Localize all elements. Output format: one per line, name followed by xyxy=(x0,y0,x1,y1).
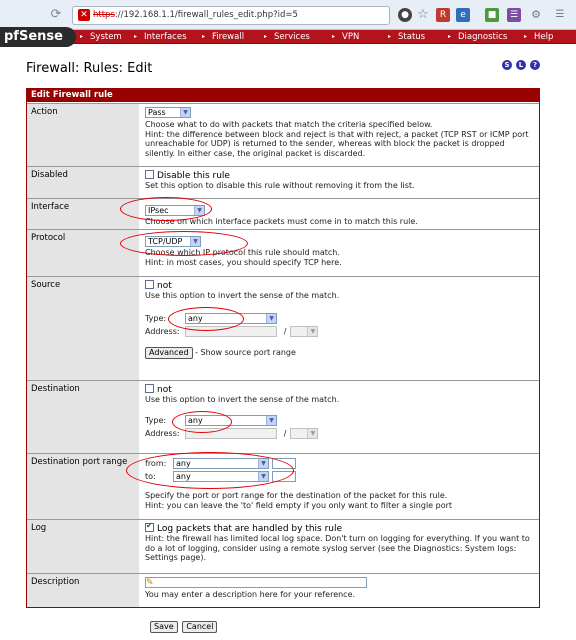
disabled-label: Disabled xyxy=(27,167,140,198)
menu-vpn[interactable]: VPN xyxy=(332,30,359,44)
action-hint: Choose what to do with packets that matc… xyxy=(145,120,433,129)
protocol-label: Protocol xyxy=(27,230,140,276)
source-hint: Use this option to invert the sense of t… xyxy=(145,291,340,300)
status-icon[interactable]: S xyxy=(502,60,512,70)
extension-icon[interactable]: ☰ xyxy=(507,8,521,22)
main-menu-bar: System Interfaces Firewall Services VPN … xyxy=(0,30,576,44)
port-to-label: to: xyxy=(145,472,156,481)
extension-icon[interactable]: ■ xyxy=(485,8,499,22)
action-select[interactable]: Pass ▼ xyxy=(145,107,191,118)
dest-port-hint: Specify the port or port range for the d… xyxy=(145,491,448,500)
pfsense-logo[interactable]: pfSense xyxy=(0,27,76,47)
interface-row: Interface IPsec ▼ Choose on which interfa… xyxy=(27,198,539,229)
menu-status[interactable]: Status xyxy=(388,30,425,44)
description-label: Description xyxy=(27,574,140,607)
source-label: Source xyxy=(27,277,140,380)
menu-help[interactable]: Help xyxy=(524,30,553,44)
destination-row: Destination not Use this option to inver… xyxy=(27,380,539,453)
menu-services[interactable]: Services xyxy=(264,30,310,44)
cancel-button[interactable]: Cancel xyxy=(182,621,218,633)
menu-icon[interactable]: ☰ xyxy=(553,8,567,22)
destination-address-input[interactable] xyxy=(185,427,277,439)
extension-icon[interactable]: ● xyxy=(398,8,412,22)
action-label: Action xyxy=(27,104,140,166)
destination-address-label: Address: xyxy=(145,428,180,438)
destination-not-checkbox[interactable] xyxy=(145,384,154,393)
protocol-row: Protocol TCP/UDP ▼ Choose which IP protoc… xyxy=(27,229,539,276)
port-from-label: from: xyxy=(145,459,167,468)
help-icon[interactable]: ? xyxy=(530,60,540,70)
save-button[interactable]: Save xyxy=(150,621,178,633)
description-row: Description ✎ You may enter a descriptio… xyxy=(27,573,539,607)
source-slash: / xyxy=(283,326,287,336)
action-hint-detail: Hint: the difference between block and r… xyxy=(145,129,529,158)
extension-icon[interactable]: e xyxy=(456,8,470,22)
menu-diagnostics[interactable]: Diagnostics xyxy=(448,30,507,44)
browser-toolbar: ⟳ ✕ https://192.168.1.1/firewall_rules_e… xyxy=(0,0,576,30)
interface-select[interactable]: IPsec ▼ xyxy=(145,205,205,216)
source-address-input[interactable] xyxy=(185,325,277,337)
advanced-hint: - Show source port range xyxy=(192,347,296,357)
source-not-label: not xyxy=(157,281,172,291)
url-scheme: https xyxy=(93,10,115,20)
disabled-hint: Set this option to disable this rule wit… xyxy=(145,181,415,190)
destination-mask-select[interactable]: ▼ xyxy=(290,427,319,439)
source-address-label: Address: xyxy=(145,326,180,336)
advanced-button[interactable]: Advanced xyxy=(145,346,193,359)
destination-not-label: not xyxy=(157,385,172,395)
source-mask-select[interactable]: ▼ xyxy=(290,325,319,337)
menu-interfaces[interactable]: Interfaces xyxy=(134,30,186,44)
action-row: Action Pass ▼ Choose what to do with pack… xyxy=(27,103,539,166)
menu-system[interactable]: System xyxy=(80,30,122,44)
table-header: Edit Firewall rule xyxy=(27,89,539,102)
source-row: Source not Use this option to invert the… xyxy=(27,276,539,380)
protocol-hint-detail: Hint: in most cases, you should specify … xyxy=(145,257,342,267)
source-type-label: Type: xyxy=(145,313,167,323)
destination-label: Destination xyxy=(27,381,140,453)
source-not-checkbox[interactable] xyxy=(145,280,154,289)
port-to-input[interactable] xyxy=(271,471,296,482)
page-title: Firewall: Rules: Edit xyxy=(26,61,153,76)
reload-icon[interactable]: ⟳ xyxy=(48,7,64,23)
pencil-icon: ✎ xyxy=(146,578,154,588)
source-type-select[interactable]: any ▼ xyxy=(185,312,277,324)
log-hint: Hint: the firewall has limited local log… xyxy=(145,534,530,562)
protocol-select[interactable]: TCP/UDP ▼ xyxy=(145,236,201,247)
settings-wrench-icon[interactable]: ⚙ xyxy=(529,8,543,22)
description-hint: You may enter a description here for you… xyxy=(145,590,356,599)
disabled-row: Disabled Disable this rule Set this opti… xyxy=(27,166,539,198)
dest-port-hint-detail: Hint: you can leave the 'to' field empty… xyxy=(145,500,453,510)
log-checkbox-label: Log packets that are handled by this rul… xyxy=(157,524,343,534)
log-label: Log xyxy=(27,520,140,573)
insecure-https-icon: ✕ xyxy=(78,9,90,21)
dest-port-label: Destination port range xyxy=(27,454,140,519)
submit-bar: Save Cancel xyxy=(150,621,219,633)
interface-label: Interface xyxy=(27,199,140,229)
destination-type-label: Type: xyxy=(145,415,167,425)
log-checkbox[interactable] xyxy=(145,521,154,532)
port-from-select[interactable]: any ▼ xyxy=(173,458,269,469)
protocol-hint: Choose which IP protocol this rule shoul… xyxy=(145,248,340,257)
disable-rule-label: Disable this rule xyxy=(157,171,230,181)
port-from-input[interactable] xyxy=(271,458,296,469)
menu-firewall[interactable]: Firewall xyxy=(202,30,244,44)
edit-rule-table: Edit Firewall rule Action Pass ▼ Choose w… xyxy=(26,88,540,608)
destination-slash: / xyxy=(283,428,287,438)
address-bar[interactable]: ✕ https://192.168.1.1/firewall_rules_edi… xyxy=(72,6,390,25)
dest-port-row: Destination port range from: any ▼ to: any ▼… xyxy=(27,453,539,519)
disable-rule-checkbox[interactable] xyxy=(145,170,154,179)
bookmark-star-icon[interactable]: ☆ xyxy=(416,8,430,22)
log-icon[interactable]: L xyxy=(516,60,526,70)
url-path: ://192.168.1.1/firewall_rules_edit.php?i… xyxy=(114,10,298,20)
destination-type-select[interactable]: any ▼ xyxy=(185,414,277,426)
log-row: Log Log packets that are handled by this… xyxy=(27,519,539,573)
interface-hint: Choose on which interface packets must c… xyxy=(145,217,418,226)
extension-icon[interactable]: R xyxy=(436,8,450,22)
port-to-select[interactable]: any ▼ xyxy=(173,471,269,482)
destination-hint: Use this option to invert the sense of t… xyxy=(145,395,340,404)
description-input[interactable]: ✎ xyxy=(145,577,367,588)
